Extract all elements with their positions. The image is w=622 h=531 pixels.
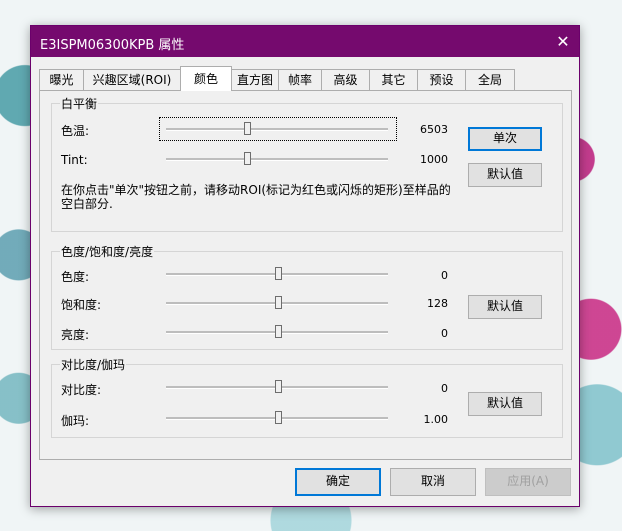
slider-track	[166, 158, 388, 161]
hue-value: 0	[441, 269, 448, 282]
contrast-slider[interactable]	[166, 380, 388, 394]
properties-dialog: E3ISPM06300KPB 属性 ✕ 曝光 兴趣区域(ROI) 颜色 直方图 …	[30, 25, 580, 507]
once-button[interactable]: 单次	[468, 127, 542, 151]
slider-thumb[interactable]	[275, 411, 282, 424]
tint-value: 1000	[420, 153, 448, 166]
color-temp-slider[interactable]	[166, 122, 388, 136]
brightness-value: 0	[441, 327, 448, 340]
wb-default-button[interactable]: 默认值	[468, 163, 542, 187]
slider-thumb[interactable]	[243, 152, 251, 165]
saturation-slider[interactable]	[166, 296, 388, 310]
hsb-default-button[interactable]: 默认值	[468, 295, 542, 319]
saturation-value: 128	[427, 297, 448, 310]
gamma-value: 1.00	[423, 413, 449, 426]
contrast-value: 0	[441, 382, 448, 395]
contrast-gamma-group: 对比度/伽玛 对比度: 0 伽玛: 1.00 默认值	[51, 356, 563, 438]
close-icon[interactable]: ✕	[547, 26, 579, 57]
cancel-button[interactable]: 取消	[390, 468, 476, 496]
gamma-slider[interactable]	[166, 411, 388, 425]
slider-thumb[interactable]	[275, 267, 282, 280]
hsb-group: 色度/饱和度/亮度 色度: 0 饱和度: 128 亮度: 0 默认值	[51, 243, 563, 350]
slider-thumb[interactable]	[275, 296, 282, 309]
white-balance-group: 白平衡 色温: 6503 Tint: 1000 单次 默认值 在你点击"单次"按…	[51, 95, 563, 232]
tab-roi[interactable]: 兴趣区域(ROI)	[83, 69, 181, 90]
slider-thumb[interactable]	[275, 380, 282, 393]
tab-global[interactable]: 全局	[465, 69, 515, 90]
slider-thumb[interactable]	[275, 325, 282, 338]
ok-button[interactable]: 确定	[295, 468, 381, 496]
slider-thumb[interactable]	[243, 122, 251, 135]
hue-label: 色度:	[61, 270, 90, 284]
color-temp-label: 色温:	[61, 124, 90, 138]
tab-advanced[interactable]: 高级	[321, 69, 370, 90]
title-bar[interactable]: E3ISPM06300KPB 属性 ✕	[31, 26, 579, 57]
tab-presets[interactable]: 预设	[417, 69, 466, 90]
cg-default-button[interactable]: 默认值	[468, 392, 542, 416]
tab-histogram[interactable]: 直方图	[231, 69, 279, 90]
color-temp-value: 6503	[420, 123, 448, 136]
apply-button[interactable]: 应用(A)	[485, 468, 571, 496]
gamma-label: 伽玛:	[61, 414, 90, 428]
tab-misc[interactable]: 其它	[369, 69, 418, 90]
slider-track	[166, 128, 388, 131]
contrast-label: 对比度:	[61, 383, 102, 397]
tab-panel-color: 白平衡 色温: 6503 Tint: 1000 单次 默认值 在你点击"单次"按…	[39, 90, 572, 460]
hsb-title: 色度/饱和度/亮度	[60, 243, 155, 260]
saturation-label: 饱和度:	[61, 298, 102, 312]
white-balance-title: 白平衡	[60, 95, 99, 112]
wb-note: 在你点击"单次"按钮之前，请移动ROI(标记为红色或闪烁的矩形)至样品的空白部分…	[61, 183, 451, 211]
brightness-slider[interactable]	[166, 325, 388, 339]
brightness-label: 亮度:	[61, 328, 90, 342]
contrast-gamma-title: 对比度/伽玛	[60, 356, 127, 373]
tab-color[interactable]: 颜色	[180, 66, 232, 91]
tint-label: Tint:	[61, 153, 88, 167]
tint-slider[interactable]	[166, 152, 388, 166]
tab-framerate[interactable]: 帧率	[278, 69, 322, 90]
hue-slider[interactable]	[166, 267, 388, 281]
dialog-title: E3ISPM06300KPB 属性	[40, 38, 185, 53]
tab-exposure[interactable]: 曝光	[39, 69, 84, 90]
